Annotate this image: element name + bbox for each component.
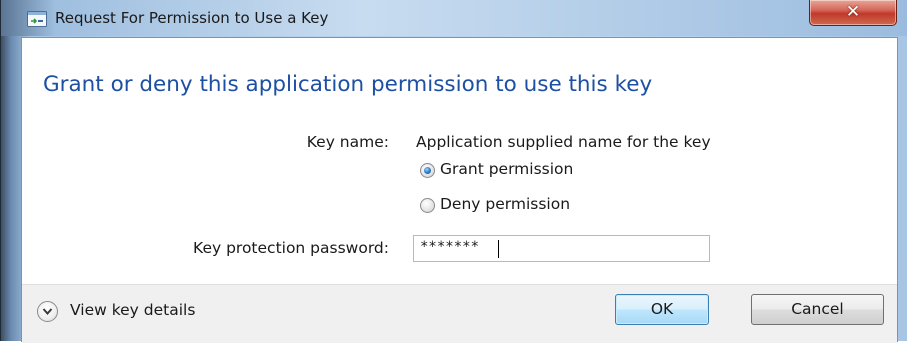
title-bar[interactable]: Request For Permission to Use a Key ✕ [1,0,907,36]
key-name-value: Application supplied name for the key [416,133,711,151]
password-value: ******* [420,239,480,255]
grant-permission-label: Grant permission [440,160,574,178]
password-field[interactable]: ******* [413,235,710,262]
key-name-label: Key name: [306,133,389,151]
dialog-content: Grant or deny this application permissio… [21,37,898,343]
view-key-details-button[interactable]: View key details [37,299,297,325]
password-label: Key protection password: [193,239,389,257]
ok-button[interactable]: OK [615,294,709,325]
cancel-button[interactable]: Cancel [751,294,884,325]
deny-permission-label: Deny permission [440,195,571,213]
dialog-heading: Grant or deny this application permissio… [43,72,653,97]
dialog-footer: View key details OK Cancel [22,284,897,343]
text-caret [498,240,499,258]
view-key-details-label: View key details [70,301,196,319]
chevron-down-icon [37,301,58,322]
window-title: Request For Permission to Use a Key [55,9,329,27]
dialog-window: Request For Permission to Use a Key ✕ Gr… [0,0,907,343]
grant-permission-radio[interactable] [420,163,435,178]
deny-permission-radio[interactable] [420,198,435,213]
close-button[interactable]: ✕ [809,0,897,26]
close-icon: ✕ [845,2,861,22]
key-dialog-icon [27,11,47,27]
